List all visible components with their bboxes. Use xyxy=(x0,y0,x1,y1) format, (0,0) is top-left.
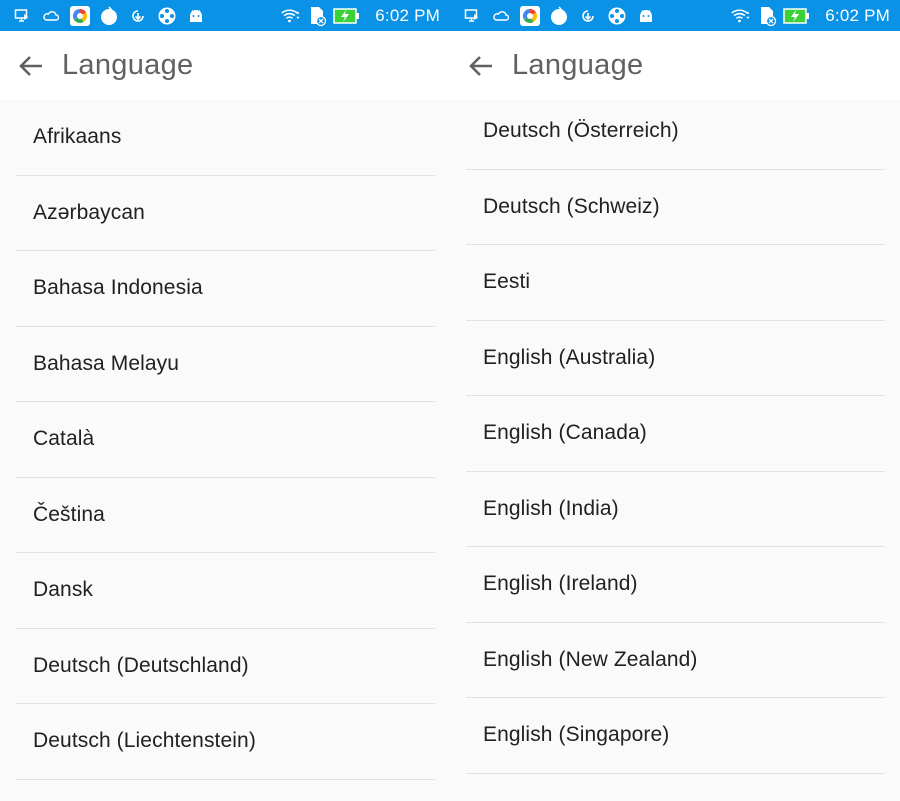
list-item[interactable]: Azərbaycan xyxy=(16,176,435,251)
list-item[interactable]: English (Canada) xyxy=(466,396,885,472)
list-item[interactable]: Deutsch (Österreich) xyxy=(466,94,885,170)
list-item[interactable]: English (New Zealand) xyxy=(466,623,885,698)
right-screen: 6:02 PM Language Deutsch (Österreich) De… xyxy=(450,0,900,801)
list-item[interactable]: English (Singapore) xyxy=(466,698,885,774)
language-label: English (Australia) xyxy=(483,345,656,369)
app-bar: Language xyxy=(0,31,450,100)
language-label: Afrikaans xyxy=(33,125,122,149)
android-icon xyxy=(636,6,656,26)
language-label: English (India) xyxy=(483,496,619,520)
language-label: Bahasa Melayu xyxy=(33,351,180,375)
app-circle-icon xyxy=(549,5,569,26)
screen-share-icon xyxy=(12,6,32,26)
screen-share-icon xyxy=(462,6,482,26)
language-list: Deutsch (Österreich) Deutsch (Schweiz) E… xyxy=(450,94,900,774)
language-label: Català xyxy=(33,427,95,451)
list-item[interactable]: Bahasa Indonesia xyxy=(16,251,435,327)
sd-card-icon xyxy=(307,6,327,26)
battery-charging-icon xyxy=(783,6,811,26)
language-label: Deutsch (Liechtenstein) xyxy=(33,729,256,753)
wifi-icon xyxy=(281,6,301,26)
status-clock: 6:02 PM xyxy=(375,5,440,25)
language-label: English (Canada) xyxy=(483,421,647,445)
language-label: English (Ireland) xyxy=(483,572,638,596)
google-apps-icon xyxy=(70,5,90,26)
cloud-icon xyxy=(491,6,511,26)
back-arrow-icon[interactable] xyxy=(466,51,496,81)
list-item[interactable]: Bahasa Melayu xyxy=(16,327,435,402)
film-reel-icon xyxy=(157,6,177,26)
list-item[interactable]: Čeština xyxy=(16,478,435,553)
status-clock: 6:02 PM xyxy=(825,5,890,25)
language-list: Afrikaans Azərbaycan Bahasa Indonesia Ba… xyxy=(0,100,450,780)
status-bar: 6:02 PM xyxy=(0,0,450,31)
sd-card-icon xyxy=(757,6,777,26)
android-icon xyxy=(186,6,206,26)
film-reel-icon xyxy=(607,6,627,26)
language-label: Eesti xyxy=(483,270,531,294)
status-bar: 6:02 PM xyxy=(450,0,900,31)
language-label: English (Singapore) xyxy=(483,723,670,747)
list-item[interactable]: Dansk xyxy=(16,553,435,629)
download-arrow-icon xyxy=(128,6,148,26)
google-apps-icon xyxy=(520,5,540,26)
list-item[interactable]: Deutsch (Deutschland) xyxy=(16,629,435,704)
language-label: Bahasa Indonesia xyxy=(33,276,203,300)
language-label: Deutsch (Schweiz) xyxy=(483,194,660,218)
battery-charging-icon xyxy=(333,6,361,26)
list-item[interactable]: Català xyxy=(16,402,435,478)
download-arrow-icon xyxy=(578,6,598,26)
list-item[interactable]: English (Ireland) xyxy=(466,547,885,623)
page-title: Language xyxy=(512,49,644,81)
language-label: Čeština xyxy=(33,502,105,526)
language-label: Dansk xyxy=(33,578,94,602)
language-label: Deutsch (Deutschland) xyxy=(33,653,249,677)
app-bar: Language xyxy=(450,31,900,100)
language-label: Deutsch (Österreich) xyxy=(483,119,679,143)
list-item[interactable]: Eesti xyxy=(466,245,885,321)
app-circle-icon xyxy=(99,5,119,26)
back-arrow-icon[interactable] xyxy=(16,51,46,81)
list-item[interactable]: English (India) xyxy=(466,472,885,547)
page-title: Language xyxy=(62,49,194,81)
list-item[interactable]: English (Australia) xyxy=(466,321,885,396)
language-label: English (New Zealand) xyxy=(483,647,698,671)
wifi-icon xyxy=(731,6,751,26)
list-item[interactable]: Deutsch (Schweiz) xyxy=(466,170,885,245)
language-label: Azərbaycan xyxy=(33,200,145,224)
list-item[interactable]: Afrikaans xyxy=(16,100,435,176)
cloud-icon xyxy=(41,6,61,26)
list-item[interactable]: Deutsch (Liechtenstein) xyxy=(16,704,435,780)
left-screen: 6:02 PM Language Afrikaans Azərbaycan Ba… xyxy=(0,0,450,801)
